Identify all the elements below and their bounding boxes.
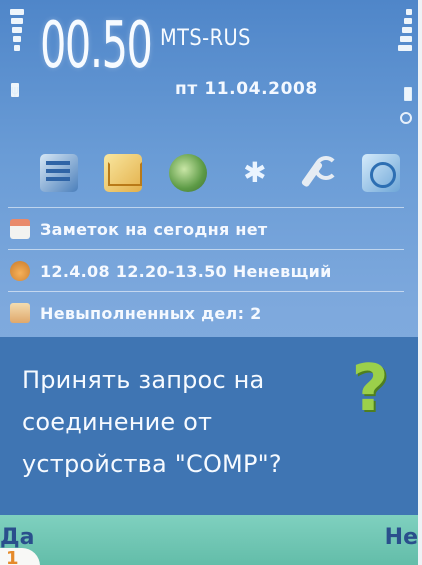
dialog-message: Принять запрос на соединение от устройст… <box>22 359 322 485</box>
signal-strength-indicator: ψ <box>8 6 26 97</box>
bluetooth-icon[interactable] <box>233 154 271 192</box>
yes-softkey[interactable]: Да <box>0 525 34 550</box>
battery-indicator <box>398 6 412 101</box>
phone-screen: ψ 00.50 MTS-RUS пт 11.04.2008 Заметок на… <box>0 0 418 565</box>
softkey-bar: Да Не <box>0 515 418 565</box>
calendar-icon <box>10 219 30 239</box>
dialog-line: устройства "COMP"? <box>22 450 282 478</box>
todo-icon <box>10 303 30 323</box>
status-icon <box>400 112 412 124</box>
list-item-todo[interactable]: Невыполненных дел: 2 <box>10 298 410 328</box>
gallery-icon[interactable] <box>361 154 400 192</box>
tools-icon[interactable] <box>298 154 338 192</box>
operator-name: MTS-RUS <box>160 26 251 51</box>
active-standby-shortcuts <box>40 150 400 196</box>
messages-icon[interactable] <box>104 154 143 192</box>
clock: 00.50 <box>40 9 153 83</box>
divider <box>8 207 404 208</box>
page-edge <box>418 0 422 565</box>
divider <box>8 249 404 250</box>
question-icon: ? <box>351 352 389 426</box>
list-item-notes[interactable]: Заметок на сегодня нет <box>10 214 410 244</box>
contacts-icon[interactable] <box>40 154 78 192</box>
list-item-meeting[interactable]: 12.4.08 12.20-13.50 Неневщий <box>10 256 410 286</box>
dialog-line: соединение от <box>22 408 213 436</box>
dialog-line: Принять запрос на <box>22 366 265 394</box>
meeting-icon <box>10 261 30 281</box>
divider <box>8 291 404 292</box>
web-icon[interactable] <box>168 154 207 192</box>
list-item-label: Невыполненных дел: 2 <box>40 303 262 323</box>
battery-icon <box>404 87 412 101</box>
no-softkey[interactable]: Не <box>385 525 418 550</box>
list-item-label: Заметок на сегодня нет <box>40 219 268 239</box>
date-display: пт 11.04.2008 <box>175 79 318 99</box>
list-item-label: 12.4.08 12.20-13.50 Неневщий <box>40 261 332 281</box>
antenna-icon: ψ <box>11 83 19 97</box>
confirmation-dialog: Принять запрос на соединение от устройст… <box>0 337 418 515</box>
